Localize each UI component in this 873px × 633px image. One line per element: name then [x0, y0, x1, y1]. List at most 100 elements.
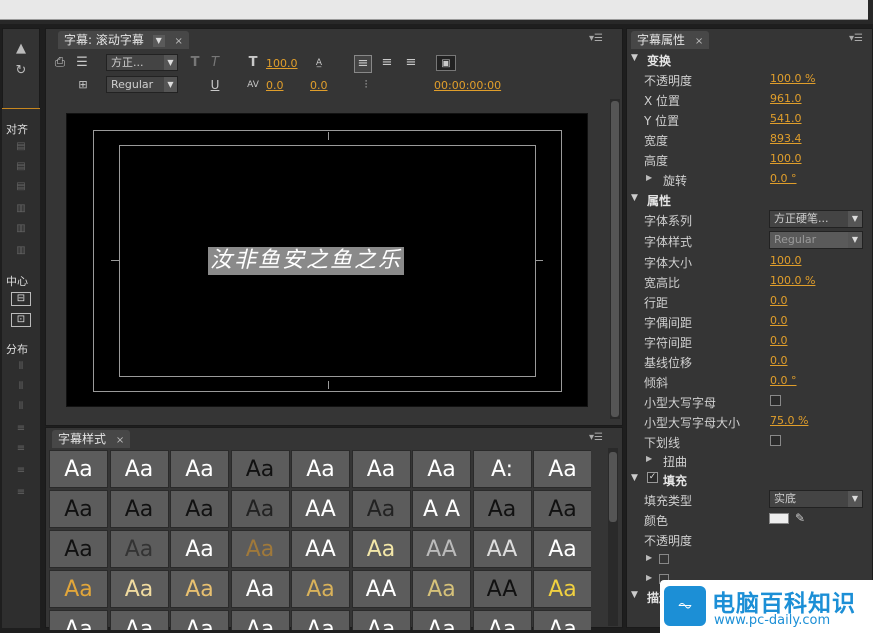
font-family-dropdown[interactable]: 方正... ▼: [106, 54, 178, 71]
fill-checkbox[interactable]: ✓: [647, 472, 658, 483]
small-caps-size-value[interactable]: 75.0 %: [770, 414, 808, 427]
style-swatch[interactable]: Aa: [109, 570, 169, 608]
small-caps-checkbox[interactable]: [770, 395, 781, 406]
style-swatch[interactable]: Aa: [230, 610, 290, 630]
sheen-row[interactable]: ▶: [627, 549, 872, 569]
rotation-value[interactable]: 0.0 °: [770, 172, 797, 185]
italic-icon[interactable]: T: [208, 55, 222, 71]
show-background-video-icon[interactable]: ▣: [436, 55, 456, 71]
style-swatch[interactable]: Aa: [533, 610, 591, 630]
style-swatch[interactable]: Aa: [533, 530, 591, 568]
rotation-row[interactable]: ▶ 旋转 0.0 °: [627, 169, 872, 189]
style-swatch[interactable]: A:: [472, 450, 532, 488]
canvas-scrollbar[interactable]: [610, 99, 620, 419]
font-size-value[interactable]: 100.0: [266, 57, 298, 70]
distribute-center-icon[interactable]: ⫴: [11, 379, 31, 394]
panel-menu-icon[interactable]: ▾☰: [589, 33, 603, 44]
style-swatch[interactable]: Aa: [472, 490, 532, 528]
style-swatch[interactable]: AA: [412, 530, 471, 568]
center-horizontal-icon[interactable]: ⊟: [11, 292, 31, 306]
style-swatch[interactable]: Aa: [230, 570, 290, 608]
scrollbar-thumb[interactable]: [611, 101, 619, 417]
x-position-value[interactable]: 961.0: [770, 92, 802, 105]
kerning-value[interactable]: 0.0: [266, 79, 284, 92]
style-swatch[interactable]: Aa: [109, 530, 169, 568]
bold-icon[interactable]: T: [188, 55, 202, 71]
tab-title-properties[interactable]: 字幕属性 ×: [631, 31, 710, 49]
style-swatch[interactable]: Aa: [170, 450, 229, 488]
style-swatch[interactable]: Aa: [412, 610, 471, 630]
align-right-text-icon[interactable]: ≡: [402, 55, 420, 71]
align-right-icon[interactable]: ▤: [11, 179, 31, 194]
align-bottom-icon[interactable]: ▥: [11, 243, 31, 258]
align-left-icon[interactable]: ▤: [11, 139, 31, 154]
tracking-value[interactable]: 0.0: [770, 334, 788, 347]
distribute-middle-icon[interactable]: ≡: [11, 441, 31, 456]
height-value[interactable]: 100.0: [770, 152, 802, 165]
distribute-top-icon[interactable]: ≡: [11, 421, 31, 436]
panel-menu-icon[interactable]: ▾☰: [849, 33, 863, 44]
style-swatch[interactable]: Aa: [170, 530, 229, 568]
templates-icon[interactable]: ⊞: [72, 77, 94, 93]
align-center-icon[interactable]: ▤: [11, 159, 31, 174]
font-family-dropdown[interactable]: 方正硬笔... ▼: [769, 210, 863, 228]
close-icon[interactable]: ×: [175, 36, 183, 47]
leading-value[interactable]: 0.0: [770, 294, 788, 307]
tab-title-designer[interactable]: 字幕: 滚动字幕 ▼ ×: [58, 31, 189, 49]
style-swatch[interactable]: Aa: [170, 490, 229, 528]
style-swatch[interactable]: Aa: [109, 490, 169, 528]
distribute-left-icon[interactable]: ⫴: [11, 359, 31, 374]
font-style-dropdown[interactable]: Regular ▼: [106, 76, 178, 93]
transform-section[interactable]: ▼ 变换: [627, 49, 872, 69]
style-swatch[interactable]: Aa: [351, 610, 411, 630]
center-vertical-icon[interactable]: ⊡: [11, 313, 31, 327]
title-canvas[interactable]: 汝非鱼安之鱼之乐: [66, 113, 588, 407]
tab-title-styles[interactable]: 字幕样式 ×: [52, 430, 131, 448]
properties-section[interactable]: ▼ 属性: [627, 189, 872, 209]
style-swatch[interactable]: Aa: [49, 450, 108, 488]
distribute-right-icon[interactable]: ⫴: [11, 399, 31, 414]
font-style-dropdown[interactable]: Regular ▼: [769, 231, 863, 249]
style-swatch[interactable]: Aa: [533, 490, 591, 528]
background-timecode[interactable]: 00:00:00:00: [434, 79, 501, 92]
distort-row[interactable]: ▶ 扭曲: [627, 450, 872, 470]
style-swatch[interactable]: AA: [472, 570, 532, 608]
chevron-down-icon[interactable]: ▼: [152, 34, 165, 47]
style-swatch[interactable]: Aa: [291, 450, 350, 488]
styles-scrollbar[interactable]: [608, 448, 618, 626]
style-swatch[interactable]: Aa: [472, 610, 532, 630]
style-swatch[interactable]: Aa: [109, 450, 169, 488]
align-left-text-icon[interactable]: ≡: [354, 55, 372, 73]
new-title-icon[interactable]: ⎙: [52, 55, 68, 71]
distribute-spacing-icon[interactable]: ≡: [11, 485, 31, 500]
title-text-object[interactable]: 汝非鱼安之鱼之乐: [208, 247, 405, 275]
style-swatch[interactable]: Aa: [533, 570, 591, 608]
style-swatch[interactable]: Aa: [412, 450, 471, 488]
style-swatch[interactable]: Aa: [533, 450, 591, 488]
aspect-value[interactable]: 100.0 %: [770, 274, 815, 287]
style-swatch[interactable]: Aa: [230, 530, 290, 568]
selection-tool-icon[interactable]: ▲: [9, 39, 33, 59]
align-middle-icon[interactable]: ▥: [11, 221, 31, 236]
style-swatch[interactable]: AA: [291, 490, 350, 528]
underline-icon[interactable]: U: [208, 77, 222, 93]
sheen-checkbox[interactable]: [659, 554, 669, 564]
style-swatch[interactable]: Aa: [49, 490, 108, 528]
y-position-value[interactable]: 541.0: [770, 112, 802, 125]
close-icon[interactable]: ×: [695, 36, 703, 47]
style-swatch[interactable]: Aa: [49, 610, 108, 630]
style-swatch[interactable]: Aa: [170, 570, 229, 608]
tab-stops-icon[interactable]: ⫶: [356, 77, 376, 93]
rotation-tool-icon[interactable]: ↻: [9, 61, 33, 81]
kerning-value[interactable]: 0.0: [770, 314, 788, 327]
eyedropper-icon[interactable]: ✎: [795, 511, 805, 525]
style-swatch[interactable]: Aa: [49, 570, 108, 608]
style-swatch[interactable]: Aa: [351, 530, 411, 568]
align-center-text-icon[interactable]: ≡: [378, 55, 396, 71]
style-swatch[interactable]: Aa: [351, 450, 411, 488]
style-swatch[interactable]: A A: [412, 490, 471, 528]
leading-value[interactable]: 0.0: [310, 79, 328, 92]
roll-crawl-options-icon[interactable]: ☰: [74, 55, 90, 71]
style-swatch[interactable]: Aa: [170, 610, 229, 630]
close-icon[interactable]: ×: [116, 435, 124, 446]
